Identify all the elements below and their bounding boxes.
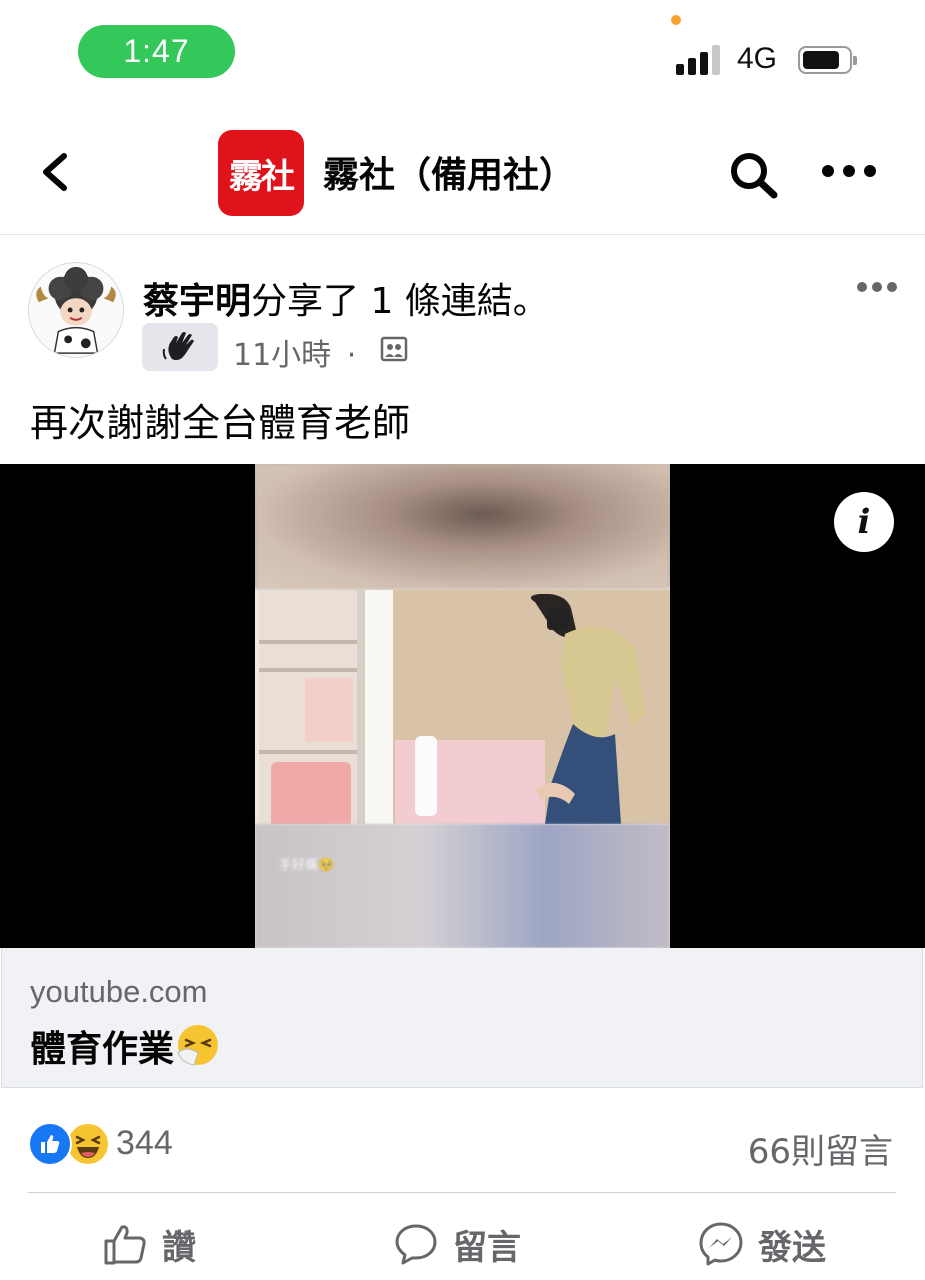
network-type: 4G xyxy=(737,42,778,75)
post-options-icon[interactable] xyxy=(857,282,897,294)
link-title-row: 體育作業 xyxy=(30,1020,220,1072)
info-icon[interactable]: i xyxy=(834,492,894,552)
link-title: 體育作業 xyxy=(30,1029,175,1070)
member-badge-wave-icon[interactable] xyxy=(142,323,218,371)
back-arrow-icon[interactable] xyxy=(38,150,78,194)
group-header: 霧社 霧社（備用社） xyxy=(0,110,925,235)
group-audience-icon xyxy=(380,336,408,362)
send-label: 發送 xyxy=(758,1227,826,1268)
privacy-indicator-dot xyxy=(671,15,681,25)
more-options-icon[interactable] xyxy=(822,165,876,181)
comment-count[interactable]: 66則留言 xyxy=(748,1124,893,1173)
status-time[interactable]: 1:47 xyxy=(78,25,235,78)
post-message: 再次謝謝全台體育老師 xyxy=(30,401,411,445)
battery-icon xyxy=(798,46,857,74)
send-button[interactable]: 發送 xyxy=(698,1216,826,1272)
post-time[interactable]: 11小時 xyxy=(233,338,331,373)
cellular-signal-icon xyxy=(676,45,720,75)
haha-reaction-icon xyxy=(66,1122,110,1166)
status-bar: 1:47 4G xyxy=(0,0,925,100)
like-label: 讚 xyxy=(162,1227,196,1268)
post-meta: 11小時 · xyxy=(233,330,356,374)
sneezing-face-emoji-icon xyxy=(177,1025,219,1066)
search-icon[interactable] xyxy=(728,150,780,200)
video-player[interactable]: 手好痛🥺 i xyxy=(0,464,925,948)
link-domain: youtube.com xyxy=(30,974,208,1009)
divider xyxy=(28,1192,896,1193)
group-logo[interactable]: 霧社 xyxy=(218,130,304,216)
comment-bubble-icon xyxy=(395,1224,437,1265)
link-preview-card[interactable]: youtube.com 體育作業 xyxy=(1,948,923,1088)
video-thumbnail[interactable]: 手好痛🥺 xyxy=(255,464,670,948)
thumbs-up-icon xyxy=(104,1225,146,1265)
author-avatar[interactable] xyxy=(28,262,124,358)
post-author-line: 蔡宇明分享了 1 條連結。 xyxy=(143,272,549,324)
meta-separator: · xyxy=(346,338,357,373)
reaction-count: 344 xyxy=(116,1124,173,1162)
like-button[interactable]: 讚 xyxy=(102,1216,196,1272)
video-overlay-caption: 手好痛🥺 xyxy=(279,858,335,873)
post-action-text: 分享了 1 條連結。 xyxy=(251,281,549,322)
comment-button[interactable]: 留言 xyxy=(393,1216,521,1272)
comment-label: 留言 xyxy=(453,1227,521,1268)
author-name[interactable]: 蔡宇明 xyxy=(143,281,251,322)
like-reaction-icon xyxy=(28,1122,72,1166)
group-title[interactable]: 霧社（備用社） xyxy=(323,146,575,198)
messenger-icon xyxy=(699,1222,743,1266)
